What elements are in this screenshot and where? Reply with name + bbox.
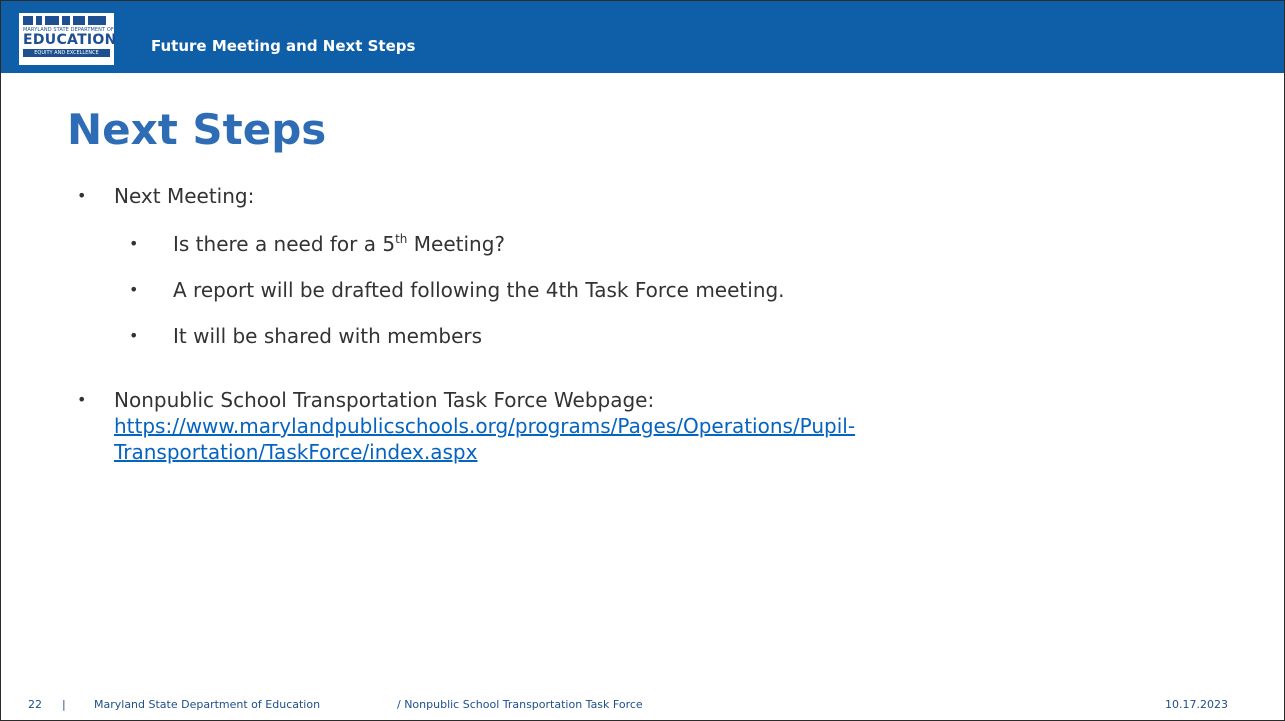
bullet-next-meeting: • Next Meeting: xyxy=(77,183,255,209)
logo-main-text: EDUCATION xyxy=(23,32,117,48)
bullet-dot: • xyxy=(129,326,139,345)
footer-date: 10.17.2023 xyxy=(1165,698,1228,711)
task-force-webpage-link[interactable]: https://www.marylandpublicschools.org/pr… xyxy=(114,413,1034,465)
slide: MARYLAND STATE DEPARTMENT OF EDUCATION E… xyxy=(0,0,1285,721)
section-title: Future Meeting and Next Steps xyxy=(151,37,416,55)
bullet-text: Is there a need for a 5 xyxy=(173,232,396,256)
bullet-text: Nonpublic School Transportation Task For… xyxy=(114,388,655,412)
sub-bullet-fifth-meeting: • Is there a need for a 5th Meeting? xyxy=(129,231,506,257)
sub-bullet-report: • A report will be drafted following the… xyxy=(129,277,785,303)
page-title: Next Steps xyxy=(67,105,327,154)
logo-graphic xyxy=(23,16,110,25)
bullet-dot: • xyxy=(129,280,139,299)
footer-separator: | xyxy=(62,698,66,711)
bullet-dot: • xyxy=(77,186,87,205)
bullet-text: Next Meeting: xyxy=(114,184,255,208)
bullet-dot: • xyxy=(77,390,87,409)
footer-task-force: / Nonpublic School Transportation Task F… xyxy=(397,698,643,711)
logo-bottom-text: EQUITY AND EXCELLENCE xyxy=(23,49,110,57)
link-line-1[interactable]: https://www.marylandpublicschools.org/pr… xyxy=(114,414,855,438)
bullet-webpage: • Nonpublic School Transportation Task F… xyxy=(77,387,655,413)
header-bar: MARYLAND STATE DEPARTMENT OF EDUCATION E… xyxy=(1,1,1284,73)
link-line-2[interactable]: Transportation/TaskForce/index.aspx xyxy=(114,440,477,464)
footer: 22 | Maryland State Department of Educat… xyxy=(1,691,1284,719)
ordinal-suffix: th xyxy=(395,232,408,246)
msde-logo: MARYLAND STATE DEPARTMENT OF EDUCATION E… xyxy=(19,13,117,65)
bullet-text: A report will be drafted following the 4… xyxy=(173,278,785,302)
bullet-text-end: Meeting? xyxy=(407,232,506,256)
footer-org: Maryland State Department of Education xyxy=(94,698,321,711)
bullet-text: It will be shared with members xyxy=(173,324,483,348)
page-number: 22 xyxy=(28,698,42,711)
bullet-dot: • xyxy=(129,234,139,253)
sub-bullet-shared: • It will be shared with members xyxy=(129,323,483,349)
